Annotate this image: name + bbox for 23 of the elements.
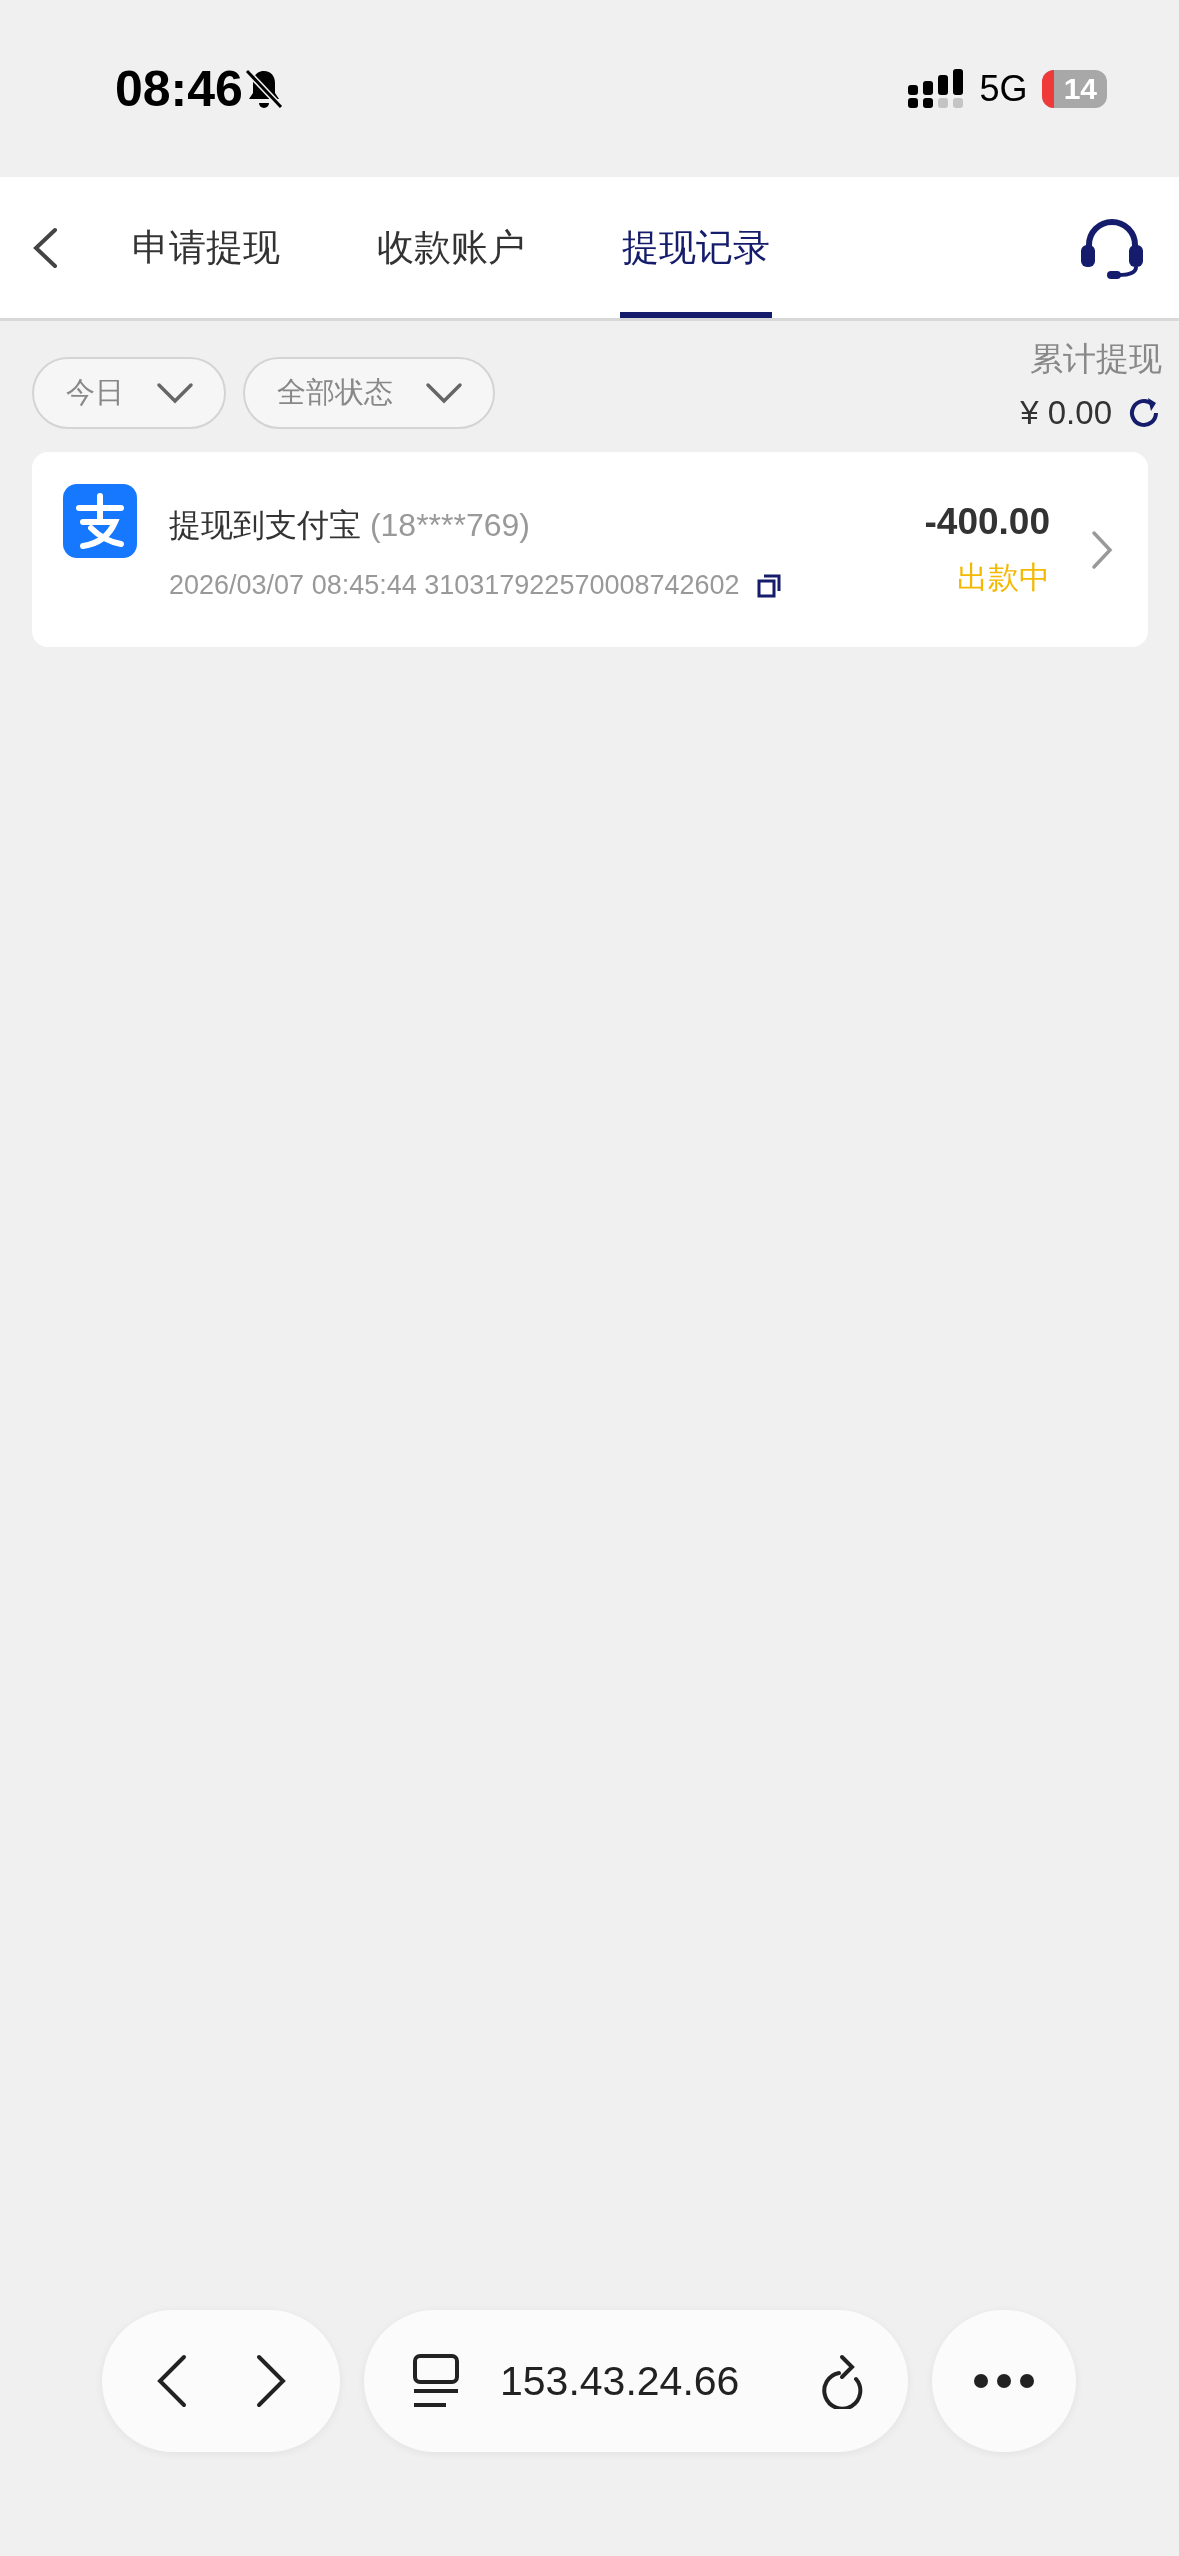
chevron-right-icon: [1090, 528, 1114, 571]
record-title: 提现到支付宝 (18****769): [169, 506, 531, 545]
payment-app-icon: [63, 484, 137, 558]
copy-icon[interactable]: [755, 572, 782, 599]
chevron-down-icon: [425, 382, 463, 404]
record-details: 2026/03/07 08:45:44 310317922570008742602: [169, 570, 740, 601]
chevron-down-icon: [156, 382, 194, 404]
battery-level: 14: [1041, 69, 1107, 108]
clock-time: 08:46: [115, 59, 243, 118]
more-icon[interactable]: [973, 2372, 1035, 2390]
tab[interactable]: 提现记录: [620, 177, 772, 318]
address-text: 153.43.24.66: [500, 2357, 741, 2405]
record-status: 出款中: [957, 558, 1050, 597]
tab[interactable]: 收款账户: [375, 177, 527, 318]
summary-amount: ¥ 0.00: [1020, 394, 1112, 432]
network-label: 5G: [979, 67, 1028, 110]
withdrawal-record-card[interactable]: 提现到支付宝 (18****769) 2026/03/07 08:45:44 310317922570008742602 -400.00 出款中: [32, 452, 1148, 647]
address-bar[interactable]: 153.43.24.66: [364, 2310, 908, 2452]
tab[interactable]: 申请提现: [130, 177, 282, 318]
summary-label: 累计提现: [1030, 339, 1162, 379]
signal-icon: [907, 68, 966, 109]
record-amount: -400.00: [924, 500, 1050, 543]
page-menu-icon[interactable]: [412, 2353, 460, 2409]
